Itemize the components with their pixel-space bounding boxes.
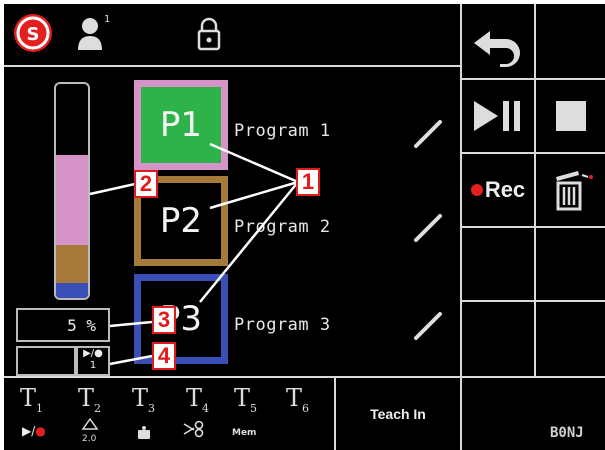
callout-4: 4	[152, 342, 176, 370]
callout-2: 2	[134, 170, 158, 198]
screenshot-stage: S 1 P1 Program 1 P2 Program 2 P3 Program…	[0, 0, 605, 450]
callout-leader-lines	[89, 142, 299, 366]
callout-3: 3	[152, 306, 176, 334]
callout-1: 1	[296, 168, 320, 196]
